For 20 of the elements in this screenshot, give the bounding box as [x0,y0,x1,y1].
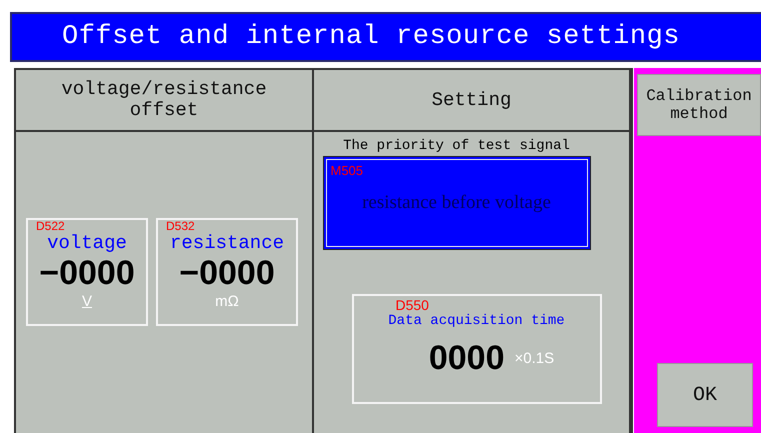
ok-button[interactable]: OK [657,363,753,427]
column-header: Setting [314,70,629,132]
offset-value[interactable]: −0000 [39,254,135,293]
title-bar: Offset and internal resource settings [10,12,761,62]
acquisition-label: Data acquisition time [388,314,565,330]
offset-value[interactable]: −0000 [179,254,275,293]
offset-label: voltage [47,233,127,254]
unit-label: mΩ [215,292,239,310]
calibration-button[interactable]: Calibration method [637,74,761,136]
address-tag: M505 [330,164,364,177]
address-tag: D532 [166,220,195,232]
unit-label: V [82,292,92,310]
acquisition-value[interactable]: 0000 [428,339,504,378]
column-header: voltage/resistance offset [16,70,312,132]
unit-label: ×0.1S [514,350,554,368]
address-tag: D522 [36,220,65,232]
priority-label: The priority of test signal [343,138,570,154]
address-tag: D550 [396,298,429,312]
offset-label: resistance [170,233,284,254]
priority-value: resistance before voltage [362,192,551,214]
